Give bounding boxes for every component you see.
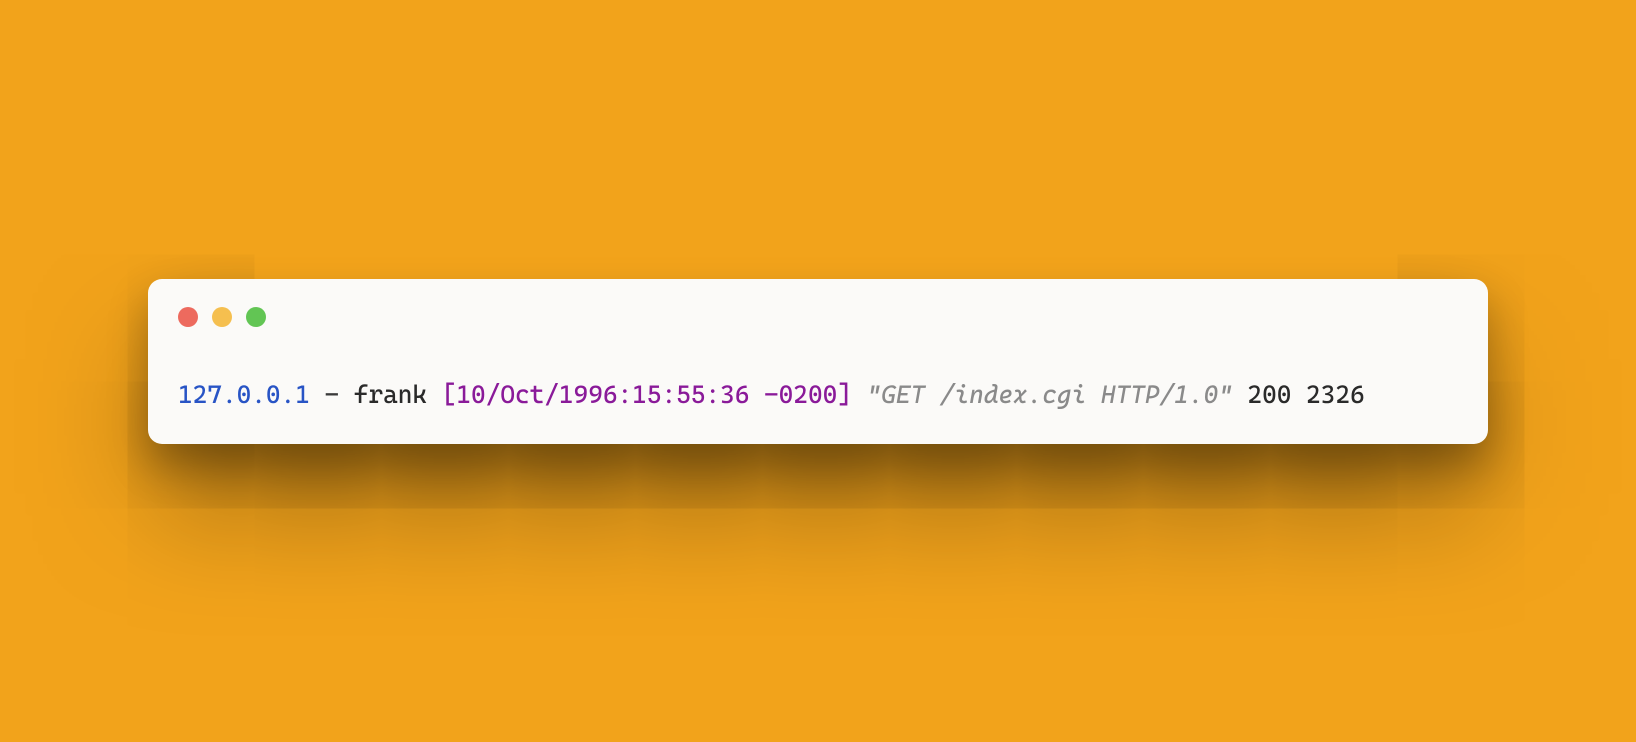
log-date-offset: -0200] xyxy=(764,380,852,409)
log-size: 2326 xyxy=(1306,380,1365,409)
window-titlebar xyxy=(178,307,1458,327)
log-user: frank xyxy=(354,380,427,409)
log-status: 200 xyxy=(1247,380,1291,409)
log-line: 127.0.0.1 - frank [10/Oct/1996:15:55:36 … xyxy=(178,377,1458,412)
log-date: [10/Oct/1996:15:55:36 xyxy=(442,380,750,409)
close-icon[interactable] xyxy=(178,307,198,327)
minimize-icon[interactable] xyxy=(212,307,232,327)
terminal-window: 127.0.0.1 - frank [10/Oct/1996:15:55:36 … xyxy=(148,279,1488,444)
log-ip: 127.0.0.1 xyxy=(178,380,310,409)
log-request: "GET /index.cgi HTTP/1.0" xyxy=(867,380,1233,409)
maximize-icon[interactable] xyxy=(246,307,266,327)
log-dash: - xyxy=(325,380,340,409)
